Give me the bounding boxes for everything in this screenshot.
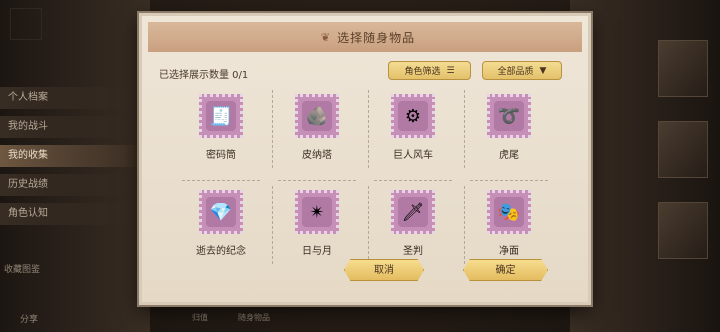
gallery-link[interactable]: 收藏图鉴 [4, 262, 40, 275]
share-link[interactable]: 分享 [20, 312, 38, 325]
background-card [658, 40, 708, 97]
divider [374, 180, 452, 181]
item-cipher-cylinder[interactable]: 🧾 密码筒 [176, 84, 266, 174]
cancel-button[interactable]: 取消 [344, 259, 424, 281]
item-pinata[interactable]: 🪨 皮纳塔 [272, 84, 362, 174]
item-stamp: 🧾 [199, 94, 243, 138]
side-menu: 个人档案 我的战斗 我的收集 历史战绩 角色认知 [0, 80, 140, 232]
item-lost-memento[interactable]: 💎 逝去的纪念 [176, 180, 266, 270]
item-label: 日与月 [302, 246, 332, 257]
item-label: 巨人风车 [393, 150, 433, 161]
bottom-tab-1[interactable]: 归值 [192, 312, 208, 323]
sun-moon-mace-icon: ✴ [302, 197, 332, 227]
side-item-label: 角色认知 [8, 208, 48, 219]
item-holy-judgment[interactable]: 🗡 圣判 [368, 180, 458, 270]
item-stamp: 🗡 [391, 190, 435, 234]
item-stamp: ✴ [295, 190, 339, 234]
holy-judgment-sword-icon: 🗡 [398, 197, 428, 227]
confirm-button[interactable]: 确定 [463, 259, 548, 281]
side-item-label: 历史战绩 [8, 179, 48, 190]
item-stamp: 💎 [199, 190, 243, 234]
item-clean-mask[interactable]: 🎭 净面 [464, 180, 554, 270]
share-label: 分享 [20, 315, 39, 325]
item-label: 皮纳塔 [302, 150, 332, 161]
pinata-icon: 🪨 [302, 101, 332, 131]
side-item-label: 我的收集 [8, 150, 48, 161]
divider [182, 180, 260, 181]
dialog-title-bar: ❦ 选择随身物品 [148, 22, 582, 52]
giant-windmill-icon: ⚙ [398, 101, 428, 131]
quality-filter-label: 全部品质 [497, 67, 534, 77]
title-ornament-icon: ❦ [320, 30, 332, 44]
list-icon: ☰ [446, 65, 455, 76]
role-filter-label: 角色筛选 [404, 67, 441, 77]
background-card [658, 121, 708, 178]
selected-count: 已选择展示数量 0/1 [159, 70, 249, 81]
side-item-collection[interactable]: 我的收集 [0, 145, 140, 167]
item-stamp: ➰ [487, 94, 531, 138]
background-card [658, 202, 708, 259]
tiger-tail-icon: ➰ [494, 101, 524, 131]
clean-mask-icon: 🎭 [494, 197, 524, 227]
item-label: 密码筒 [206, 150, 236, 161]
item-tiger-tail[interactable]: ➰ 虎尾 [464, 84, 554, 174]
side-item-battles[interactable]: 我的战斗 [0, 116, 140, 138]
cipher-cylinder-icon: 🧾 [206, 101, 236, 131]
gallery-label: 收藏图鉴 [4, 265, 41, 275]
item-label: 圣判 [403, 246, 423, 257]
item-stamp: ⚙ [391, 94, 435, 138]
item-stamp: 🎭 [487, 190, 531, 234]
background-right-cards [658, 40, 708, 283]
divider [470, 180, 548, 181]
side-item-profile[interactable]: 个人档案 [0, 87, 140, 109]
side-item-label: 个人档案 [8, 92, 48, 103]
side-item-history[interactable]: 历史战绩 [0, 174, 140, 196]
chevron-down-icon: ▼ [539, 65, 547, 76]
item-label: 逝去的纪念 [196, 246, 246, 257]
side-item-role-knowledge[interactable]: 角色认知 [0, 203, 140, 225]
dialog-title: 选择随身物品 [337, 30, 416, 45]
item-giant-windmill[interactable]: ⚙ 巨人风车 [368, 84, 458, 174]
item-label: 净面 [499, 246, 519, 257]
bottom-tab-2[interactable]: 随身物品 [238, 312, 270, 323]
divider [278, 180, 356, 181]
role-filter-dropdown[interactable]: 角色筛选 ☰ [388, 61, 471, 80]
background-back-frame [10, 8, 42, 40]
lost-memento-icon: 💎 [206, 197, 236, 227]
quality-filter-dropdown[interactable]: 全部品质 ▼ [482, 61, 562, 80]
item-label: 虎尾 [499, 150, 519, 161]
side-item-label: 我的战斗 [8, 121, 48, 132]
item-stamp: 🪨 [295, 94, 339, 138]
item-sun-moon[interactable]: ✴ 日与月 [272, 180, 362, 270]
